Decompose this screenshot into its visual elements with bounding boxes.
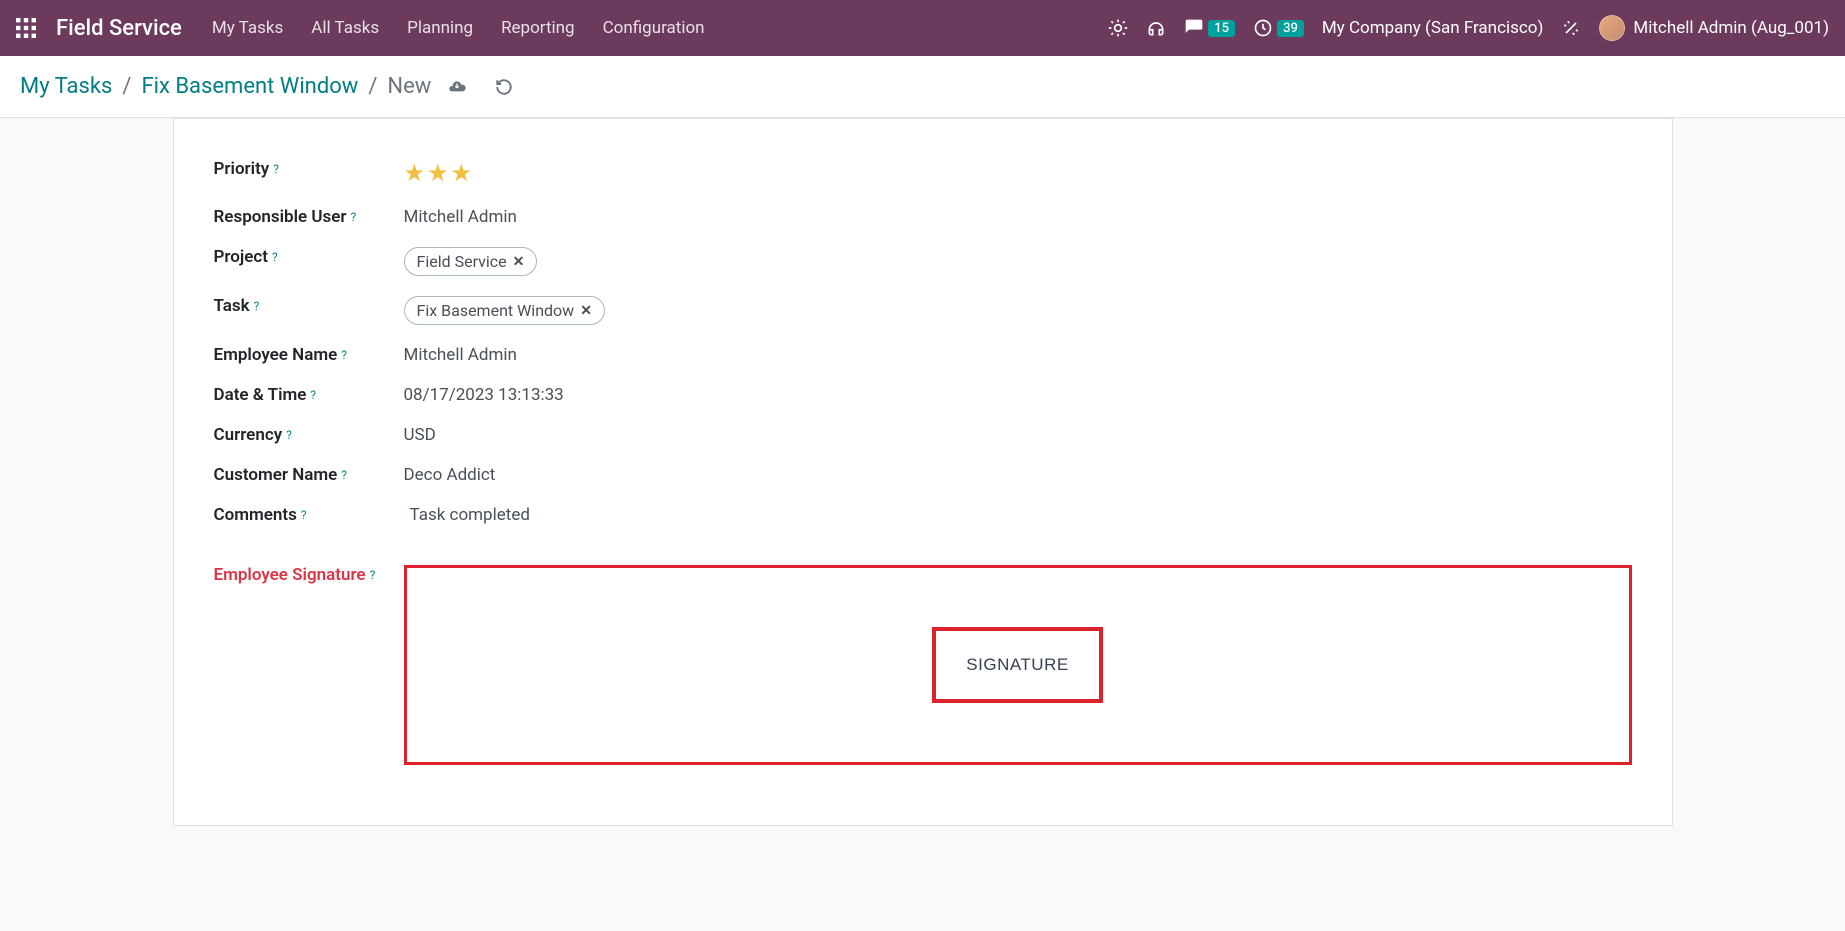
help-icon[interactable]: ? <box>341 348 347 362</box>
remove-tag-icon[interactable]: ✕ <box>580 303 592 319</box>
help-icon[interactable]: ? <box>341 468 347 482</box>
row-customer-name: Customer Name ? Deco Addict <box>214 465 1632 485</box>
value-responsible-user[interactable]: Mitchell Admin <box>404 207 1632 227</box>
label-project: Project ? <box>214 247 404 267</box>
help-icon[interactable]: ? <box>273 162 279 176</box>
star-icon[interactable]: ★ <box>451 159 473 187</box>
task-tag[interactable]: Fix Basement Window ✕ <box>404 296 605 325</box>
messages-badge: 15 <box>1208 20 1235 37</box>
navbar-right: 15 39 My Company (San Francisco) Mitchel… <box>1108 15 1829 41</box>
row-signature: Employee Signature ? SIGNATURE <box>214 565 1632 765</box>
nav-my-tasks[interactable]: My Tasks <box>212 18 283 38</box>
activities-badge: 39 <box>1277 20 1304 37</box>
breadcrumb: My Tasks / Fix Basement Window / New <box>0 56 1845 118</box>
avatar <box>1599 15 1625 41</box>
support-icon[interactable] <box>1146 18 1166 38</box>
nav-planning[interactable]: Planning <box>407 18 473 38</box>
row-currency: Currency ? USD <box>214 425 1632 445</box>
label-task: Task ? <box>214 296 404 316</box>
nav-reporting[interactable]: Reporting <box>501 18 575 38</box>
activities-icon[interactable]: 39 <box>1253 18 1304 38</box>
brand-title[interactable]: Field Service <box>56 16 182 41</box>
help-icon[interactable]: ? <box>310 388 316 402</box>
label-signature: Employee Signature ? <box>214 565 404 585</box>
breadcrumb-root[interactable]: My Tasks <box>20 74 112 99</box>
star-icon[interactable]: ★ <box>404 159 426 187</box>
row-employee-name: Employee Name ? Mitchell Admin <box>214 345 1632 365</box>
help-icon[interactable]: ? <box>286 428 292 442</box>
label-datetime: Date & Time ? <box>214 385 404 405</box>
help-icon[interactable]: ? <box>254 299 260 313</box>
row-comments: Comments ? Task completed <box>214 505 1632 525</box>
value-customer-name[interactable]: Deco Addict <box>404 465 1632 485</box>
help-icon[interactable]: ? <box>351 210 357 224</box>
label-employee-name: Employee Name ? <box>214 345 404 365</box>
breadcrumb-parent[interactable]: Fix Basement Window <box>141 74 358 99</box>
label-priority: Priority ? <box>214 159 404 179</box>
form-sheet: Priority ? ★ ★ ★ Responsible User ? Mitc… <box>173 118 1673 826</box>
label-customer-name: Customer Name ? <box>214 465 404 485</box>
value-employee-name[interactable]: Mitchell Admin <box>404 345 1632 365</box>
star-icon[interactable]: ★ <box>427 159 449 187</box>
breadcrumb-current: New <box>387 74 431 99</box>
priority-stars[interactable]: ★ ★ ★ <box>404 159 1632 187</box>
signature-button[interactable]: SIGNATURE <box>932 627 1102 703</box>
apps-icon[interactable] <box>16 18 36 38</box>
company-selector[interactable]: My Company (San Francisco) <box>1322 18 1544 38</box>
help-icon[interactable]: ? <box>370 568 376 582</box>
debug-icon[interactable] <box>1108 18 1128 38</box>
help-icon[interactable]: ? <box>272 250 278 264</box>
label-responsible-user: Responsible User ? <box>214 207 404 227</box>
tools-icon[interactable] <box>1561 18 1581 38</box>
nav-all-tasks[interactable]: All Tasks <box>311 18 379 38</box>
user-menu[interactable]: Mitchell Admin (Aug_001) <box>1599 15 1829 41</box>
value-priority: ★ ★ ★ <box>404 159 1632 187</box>
user-name: Mitchell Admin (Aug_001) <box>1633 18 1829 38</box>
discard-icon[interactable] <box>495 78 513 96</box>
top-navbar: Field Service My Tasks All Tasks Plannin… <box>0 0 1845 56</box>
row-datetime: Date & Time ? 08/17/2023 13:13:33 <box>214 385 1632 405</box>
breadcrumb-sep: / <box>368 74 377 99</box>
cloud-save-icon[interactable] <box>447 77 467 97</box>
row-task: Task ? Fix Basement Window ✕ <box>214 296 1632 325</box>
row-responsible-user: Responsible User ? Mitchell Admin <box>214 207 1632 227</box>
value-datetime[interactable]: 08/17/2023 13:13:33 <box>404 385 1632 405</box>
label-currency: Currency ? <box>214 425 404 445</box>
value-project[interactable]: Field Service ✕ <box>404 247 1632 276</box>
remove-tag-icon[interactable]: ✕ <box>513 254 525 270</box>
row-priority: Priority ? ★ ★ ★ <box>214 159 1632 187</box>
row-project: Project ? Field Service ✕ <box>214 247 1632 276</box>
project-tag[interactable]: Field Service ✕ <box>404 247 538 276</box>
breadcrumb-sep: / <box>122 74 131 99</box>
value-currency[interactable]: USD <box>404 425 1632 445</box>
signature-area[interactable]: SIGNATURE <box>404 565 1632 765</box>
messages-icon[interactable]: 15 <box>1184 18 1235 38</box>
help-icon[interactable]: ? <box>301 508 307 522</box>
label-comments: Comments ? <box>214 505 404 525</box>
nav-configuration[interactable]: Configuration <box>603 18 705 38</box>
value-task[interactable]: Fix Basement Window ✕ <box>404 296 1632 325</box>
nav-links: My Tasks All Tasks Planning Reporting Co… <box>212 18 1108 38</box>
value-comments[interactable]: Task completed <box>404 505 1632 525</box>
